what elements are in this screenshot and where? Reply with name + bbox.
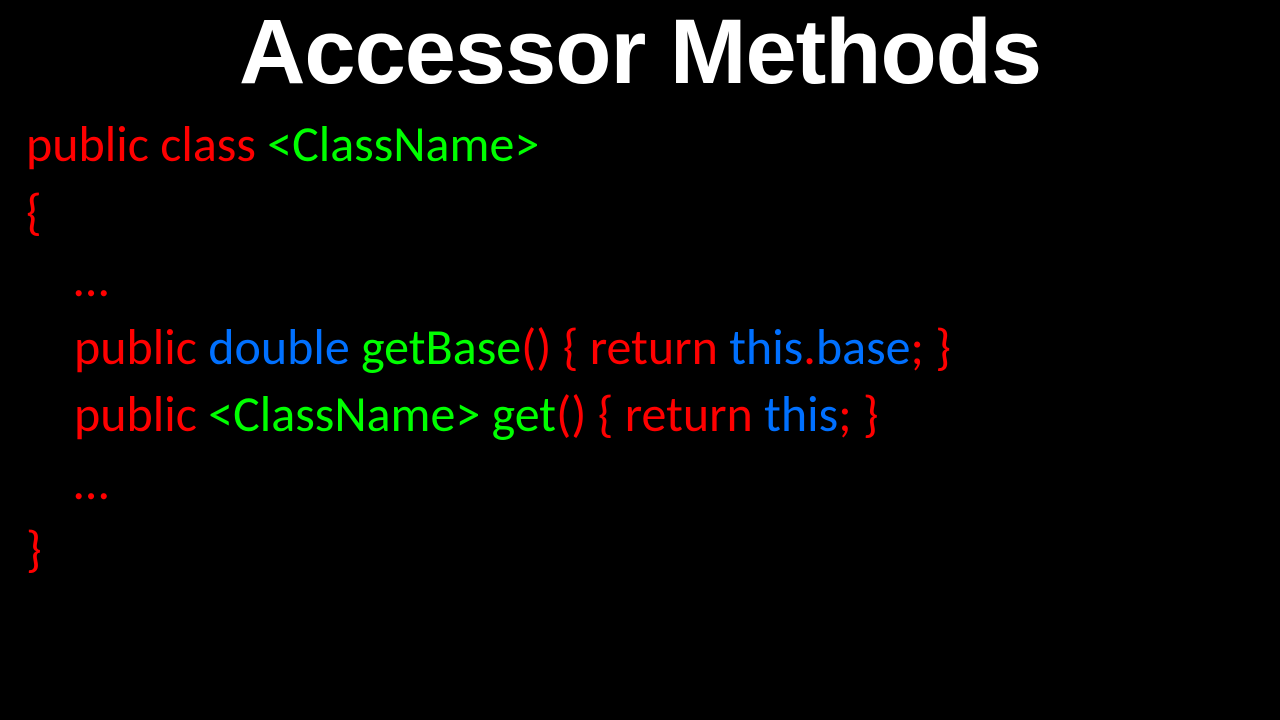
keyword-this: this [729,317,803,378]
keyword-return: return [625,384,764,445]
parens-brace: () { [521,317,590,378]
parens-brace: () { [556,384,625,445]
code-line-2: { [26,179,1280,247]
code-line-1: public class <ClassName> [26,111,1280,179]
code-line-4: public double getBase() { return this.ba… [26,314,1280,382]
keyword-this: this [764,384,838,445]
code-line-5: public <ClassName> get() { return this; … [26,381,1280,449]
code-line-7: } [26,516,1280,584]
slide: Accessor Methods public class <ClassName… [0,0,1280,720]
type-double: double [208,317,361,378]
method-getbase: getBase [361,317,521,378]
method-get: get [492,384,556,445]
semi-brace: ; } [911,317,951,378]
keyword-public-class: public class [26,114,267,175]
field-base: base [816,317,911,378]
code-line-6: … [26,449,1280,517]
dot: . [803,317,816,378]
slide-title: Accessor Methods [0,0,1280,103]
keyword-return: return [590,317,729,378]
code-block: public class <ClassName> { … public doub… [0,103,1280,584]
classname-placeholder: <ClassName> [208,384,491,445]
classname-placeholder: <ClassName> [267,114,539,175]
keyword-public: public [74,317,208,378]
code-line-3: … [26,246,1280,314]
keyword-public: public [74,384,208,445]
semi-brace: ; } [838,384,878,445]
